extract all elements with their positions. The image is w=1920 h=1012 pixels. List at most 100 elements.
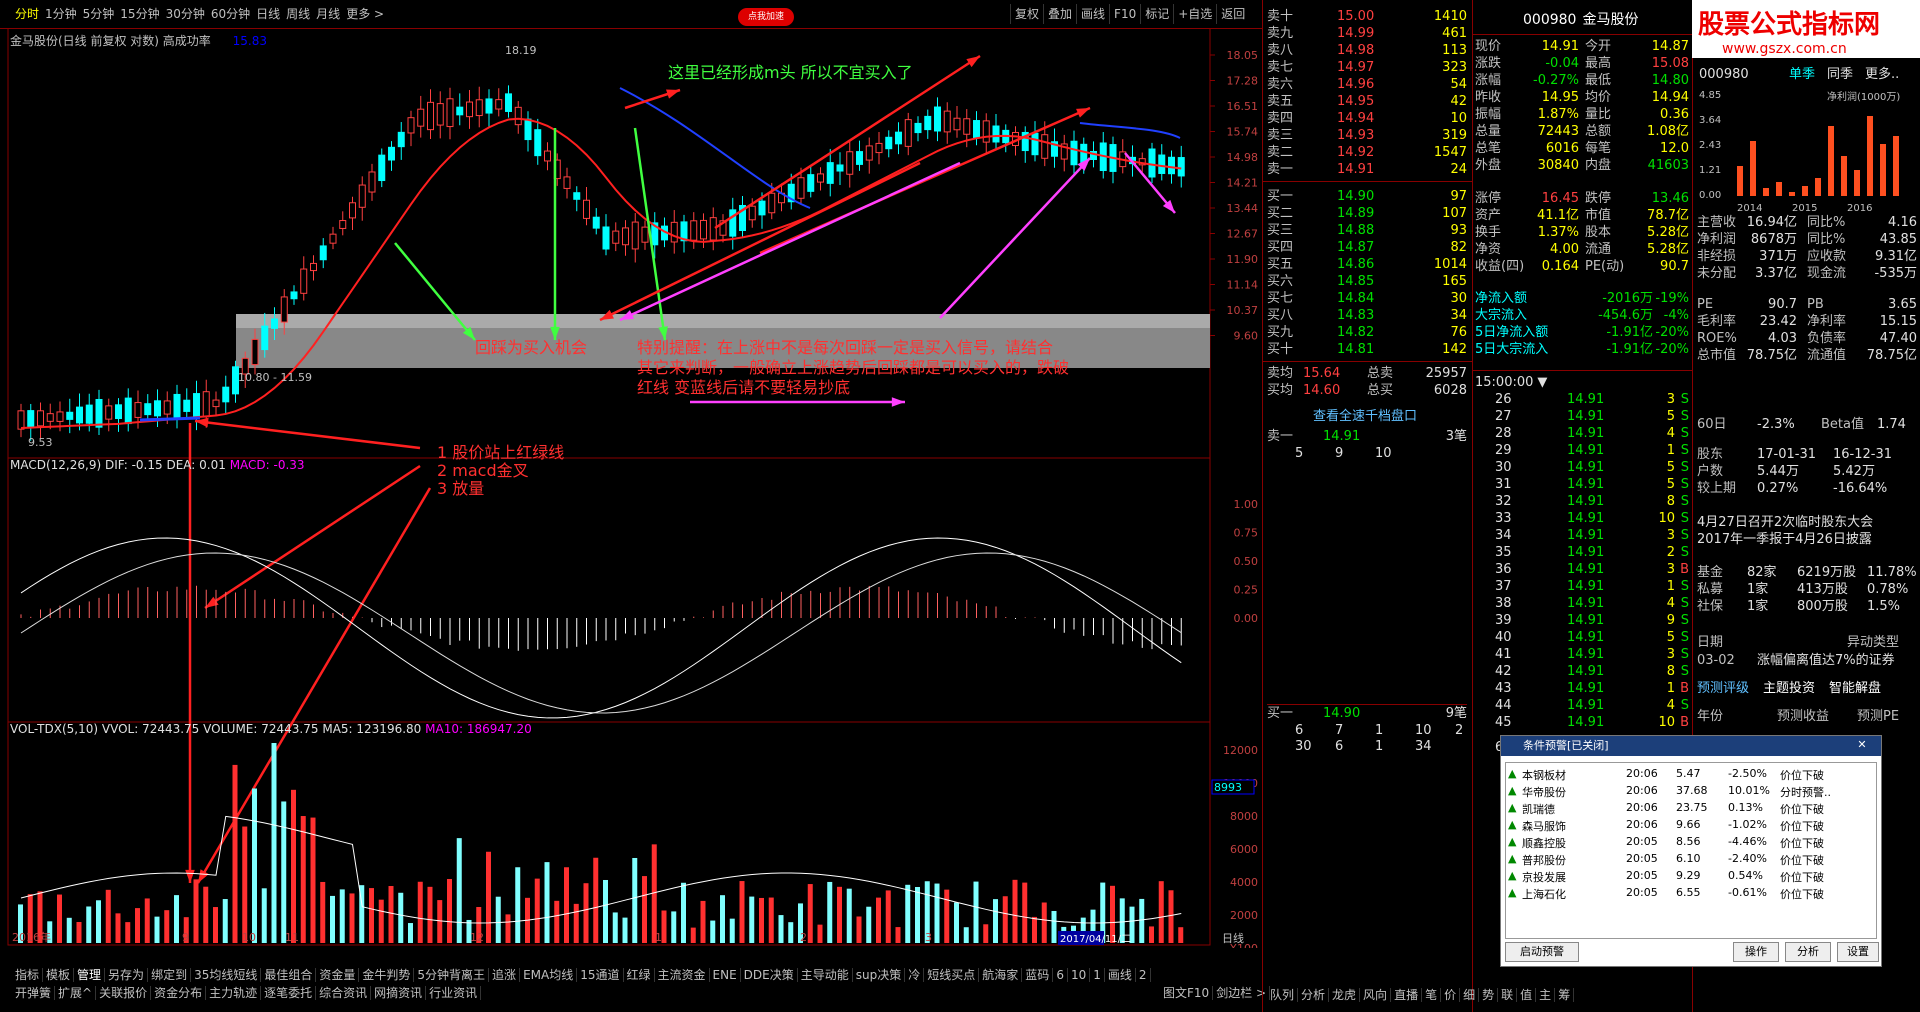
indicator-tab-25[interactable]: 1	[1090, 968, 1105, 982]
indicator-tab-2[interactable]: 管理	[74, 968, 106, 982]
period-tab-0[interactable]: 分时	[12, 4, 42, 24]
fund-tab-1[interactable]: 同季	[1827, 66, 1853, 83]
popup-button-3[interactable]: 设置	[1837, 942, 1879, 962]
alert-popup[interactable]: 条件预警[已关闭] ✕ ▲ 本钢板材 20:06 5.47 -2.50% 价位下破 ▲ 华帝股…	[1500, 735, 1882, 967]
indicator-tab-21[interactable]: 航海家	[979, 968, 1023, 982]
profit-bar	[1854, 170, 1860, 196]
news-item[interactable]: 4月27日召开2次临时股东大会	[1697, 514, 1873, 531]
ext-tab-8[interactable]: 行业资讯	[426, 986, 482, 1000]
toolbar-button-6[interactable]: 返回	[1216, 4, 1249, 24]
close-icon[interactable]: ✕	[1849, 738, 1875, 754]
period-tab-5[interactable]: 60分钟	[208, 4, 253, 24]
popup-button-2[interactable]: 分析	[1785, 942, 1831, 962]
right-tab-10[interactable]: 值	[1517, 988, 1537, 1002]
ext-tab-7[interactable]: 网摘资讯	[371, 986, 427, 1000]
quote-label: 内盘	[1585, 158, 1612, 173]
period-tab-3[interactable]: 15分钟	[117, 4, 162, 24]
ext-tab-3[interactable]: 资金分布	[151, 986, 207, 1000]
indicator-tab-10[interactable]: 追涨	[489, 968, 521, 982]
right-tab-5[interactable]: 笔	[1422, 988, 1442, 1002]
indicator-tab-5[interactable]: 35均线短线	[191, 968, 262, 982]
indicator-tab-16[interactable]: DDE决策	[740, 968, 798, 982]
toolbar-button-1[interactable]: 叠加	[1043, 4, 1076, 24]
period-tab-2[interactable]: 5分钟	[80, 4, 118, 24]
ext-tab-0[interactable]: 开弹簧	[12, 986, 56, 1000]
right-tab-0[interactable]: 队列	[1267, 988, 1299, 1002]
indicator-tab-26[interactable]: 画线	[1104, 968, 1136, 982]
right-tab-1[interactable]: 分析	[1298, 988, 1330, 1002]
order-avg-row: 卖均 15.64 总卖 25957	[1267, 365, 1467, 382]
right-tab-8[interactable]: 势	[1479, 988, 1499, 1002]
candle	[1031, 132, 1039, 156]
indicator-tab-12[interactable]: 15通道	[577, 968, 624, 982]
stock-chart[interactable]: 18.05 17.28 16.51 15.74 14.98 14.21 13.44 12.67…	[0, 28, 1262, 948]
indicator-tab-13[interactable]: 红绿	[623, 968, 655, 982]
right-tab-3[interactable]: 风向	[1360, 988, 1392, 1002]
alert-cell: 价位下破	[1780, 803, 1824, 816]
right-tab-4[interactable]: 直播	[1391, 988, 1423, 1002]
right-tab-11[interactable]: 主	[1536, 988, 1556, 1002]
flow-label: 5日大宗流入	[1475, 342, 1549, 357]
indicator-tab-8[interactable]: 金牛判势	[359, 968, 415, 982]
indicator-tab-20[interactable]: 短线买点	[924, 968, 980, 982]
indicator-tab-6[interactable]: 最佳组合	[261, 968, 317, 982]
profit-bar	[1776, 182, 1782, 196]
right-tab-7[interactable]: 细	[1460, 988, 1480, 1002]
indicator-tab-18[interactable]: sup决策	[852, 968, 906, 982]
indicator-tab-22[interactable]: 蓝码	[1022, 968, 1054, 982]
ad-badge[interactable]: 点我加速	[738, 8, 794, 26]
indicator-tab-14[interactable]: 主流资金	[654, 968, 710, 982]
popup-button-1[interactable]: 操作	[1733, 942, 1779, 962]
indicator-tab-27[interactable]: 2	[1135, 968, 1151, 982]
toolbar-button-2[interactable]: 画线	[1076, 4, 1109, 24]
quote-value: -0.04	[1545, 56, 1579, 71]
annotation-tip1: 特别提醒：在上涨中不是每次回踩一定是买入信号，请结合	[637, 338, 1053, 357]
popup-button-0[interactable]: 启动预警	[1505, 942, 1579, 962]
right-tab-12[interactable]: 筹	[1555, 988, 1575, 1002]
right-tab-6[interactable]: 价	[1441, 988, 1461, 1002]
indicator-tab-23[interactable]: 6	[1053, 968, 1068, 982]
ext-tab-4[interactable]: 主力轨迹	[206, 986, 262, 1000]
ext-tab-6[interactable]: 综合资讯	[316, 986, 372, 1000]
indicator-tab-11[interactable]: EMA均线	[520, 968, 578, 982]
ext-tab-5[interactable]: 逐笔委托	[261, 986, 317, 1000]
indicator-tab-4[interactable]: 绑定到	[148, 968, 192, 982]
tick-sort-icon[interactable]: ▼	[1537, 375, 1547, 390]
toolbar-button-5[interactable]: +自选	[1173, 4, 1216, 24]
bottom-right-tab-0[interactable]: 图文F10	[1160, 986, 1214, 1000]
period-tab-6[interactable]: 日线	[253, 4, 283, 24]
toolbar-button-4[interactable]: 标记	[1140, 4, 1173, 24]
period-tab-1[interactable]: 1分钟	[42, 4, 80, 24]
fund-bottom-tab-1[interactable]: 主题投资	[1763, 680, 1815, 697]
indicator-tab-24[interactable]: 10	[1067, 968, 1091, 982]
indicator-tab-19[interactable]: 冷	[905, 968, 925, 982]
ext-tab-2[interactable]: 关联报价	[96, 986, 152, 1000]
indicator-tab-9[interactable]: 5分钟背离王	[414, 968, 490, 982]
fund-bottom-tab-2[interactable]: 智能解盘	[1829, 680, 1881, 697]
right-tab-2[interactable]: 龙虎	[1329, 988, 1361, 1002]
candle	[875, 142, 883, 154]
fund-bottom-tab-0[interactable]: 预测评级	[1697, 680, 1749, 697]
popup-title[interactable]: 条件预警[已关闭]	[1501, 736, 1881, 756]
toolbar-button-3[interactable]: F10	[1109, 4, 1140, 24]
volume-bar	[105, 889, 111, 943]
ma-line-blue	[139, 416, 201, 422]
fund-tab-0[interactable]: 单季	[1789, 66, 1815, 83]
volume-bar	[515, 867, 521, 943]
toolbar-button-0[interactable]: 复权	[1010, 4, 1043, 24]
indicator-tab-17[interactable]: 主导动能	[797, 968, 853, 982]
indicator-tab-7[interactable]: 资金量	[316, 968, 360, 982]
right-tab-9[interactable]: 联	[1498, 988, 1518, 1002]
indicator-tab-15[interactable]: ENE	[709, 968, 741, 982]
period-tab-8[interactable]: 月线	[313, 4, 343, 24]
indicator-tab-3[interactable]: 另存为	[105, 968, 149, 982]
period-tab-4[interactable]: 30分钟	[163, 4, 208, 24]
fund-tab-2[interactable]: 更多..	[1865, 66, 1899, 83]
indicator-tab-0[interactable]: 指标	[12, 968, 44, 982]
news-item[interactable]: 2017年一季报于4月26日披露	[1697, 531, 1872, 548]
ext-tab-1[interactable]: 扩展^	[55, 986, 97, 1000]
period-tab-9[interactable]: 更多 >	[343, 4, 387, 24]
full-book-button[interactable]: 查看全速千档盘口	[1313, 408, 1417, 425]
period-tab-7[interactable]: 周线	[283, 4, 313, 24]
indicator-tab-1[interactable]: 模板	[43, 968, 75, 982]
